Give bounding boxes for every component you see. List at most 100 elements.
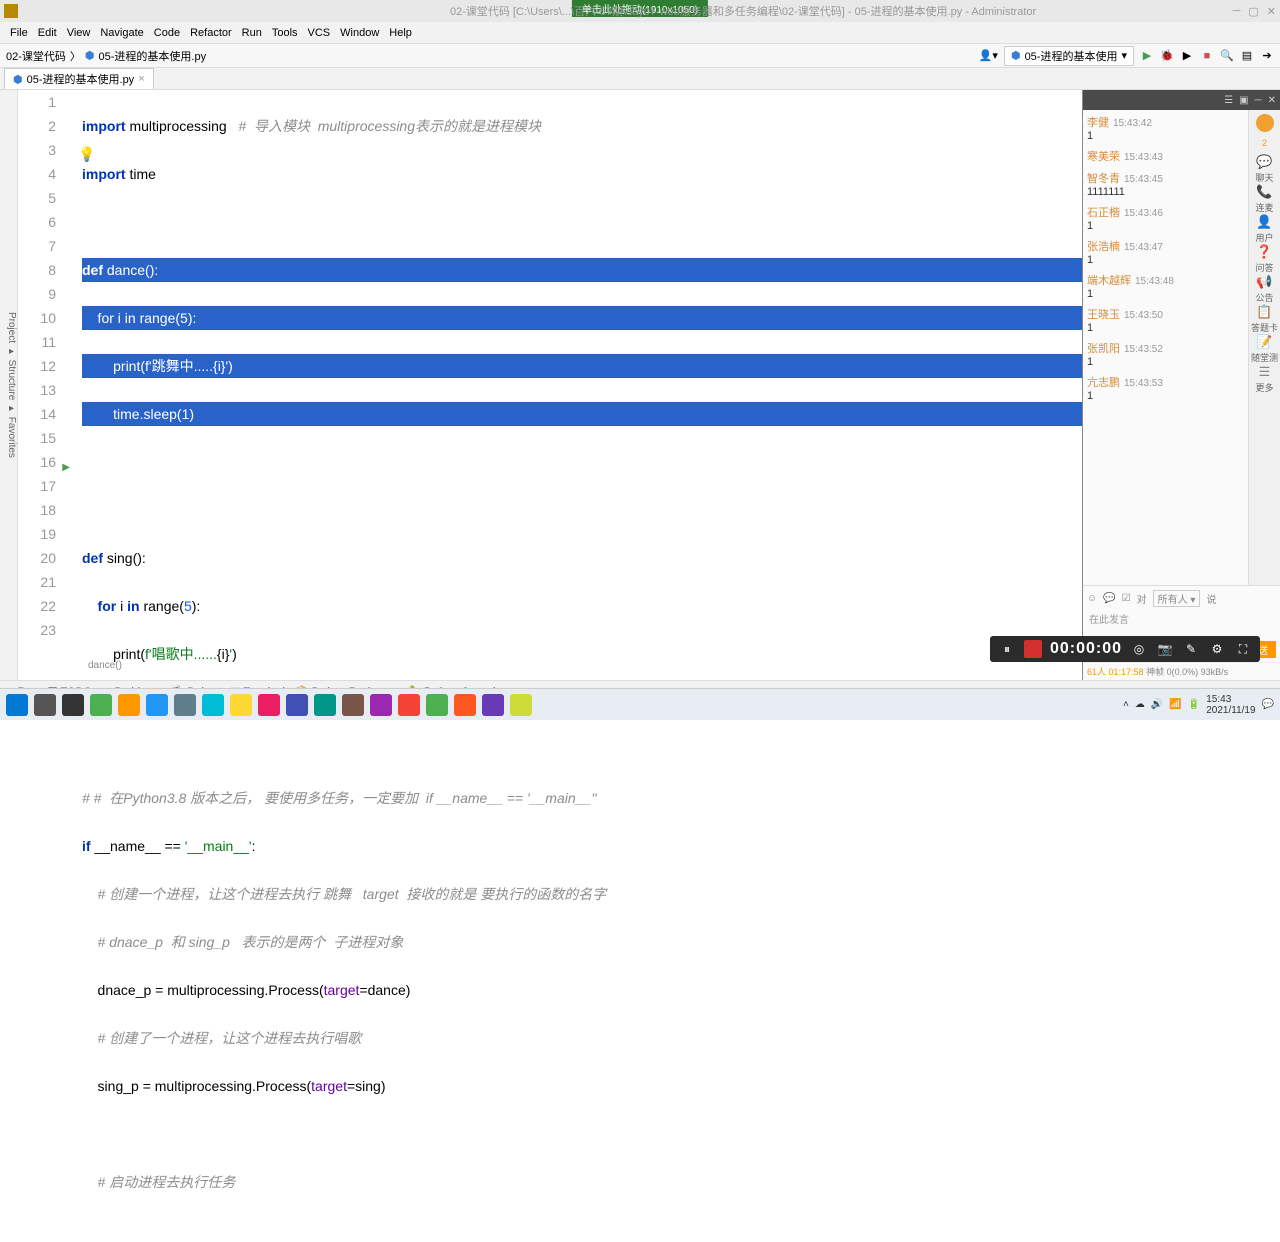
taskbar-app[interactable]	[230, 694, 252, 716]
menu-navigate[interactable]: Navigate	[96, 25, 147, 41]
chat-side-item[interactable]: 📢公告	[1251, 274, 1278, 304]
menu-edit[interactable]: Edit	[34, 25, 61, 41]
chat-minimize-icon[interactable]: ─	[1255, 95, 1262, 106]
close-icon[interactable]: ✕	[1267, 5, 1276, 18]
taskbar-app[interactable]	[174, 694, 196, 716]
taskbar-app[interactable]	[426, 694, 448, 716]
pause-icon[interactable]: ⏸	[998, 640, 1016, 658]
clock[interactable]: 15:432021/11/19	[1206, 694, 1255, 716]
breadcrumb-root[interactable]: 02-课堂代码	[6, 48, 66, 64]
emoji-icon[interactable]: ☺	[1087, 593, 1097, 604]
stop-button[interactable]: ■	[1200, 49, 1214, 63]
rec-expand-icon[interactable]: ⛶	[1234, 640, 1252, 658]
tray-icon[interactable]: 🔋	[1188, 699, 1200, 710]
menu-vcs[interactable]: VCS	[304, 25, 335, 41]
search-icon[interactable]: 🔍	[1220, 49, 1234, 63]
tab-file[interactable]: ⬢ 05-进程的基本使用.py ×	[4, 68, 154, 89]
taskbar-app[interactable]	[286, 694, 308, 716]
user-icon[interactable]: 👤▾	[979, 49, 998, 62]
debug-button[interactable]: 🐞	[1160, 49, 1174, 63]
chat-menu-icon[interactable]: ☰	[1224, 95, 1233, 106]
chat-side-item[interactable]: 👤用户	[1251, 214, 1278, 244]
chat-close-icon[interactable]: ✕	[1268, 95, 1276, 106]
taskbar-app[interactable]	[258, 694, 280, 716]
windows-taskbar[interactable]: ˄ ☁ 🔊 📶 🔋 15:432021/11/19 💬	[0, 688, 1280, 720]
rec-pen-icon[interactable]: ✎	[1182, 640, 1200, 658]
window-title: 02-课堂代码 [C:\Users\...\百六-57期\day07-web服务…	[450, 3, 1036, 19]
taskbar-app[interactable]	[34, 694, 56, 716]
minimize-icon[interactable]: ─	[1233, 5, 1241, 18]
chat-messages[interactable]: 李健15:43:421寒美荣15:43:43智冬青15:43:451111111…	[1083, 110, 1248, 585]
taskbar-app[interactable]	[90, 694, 112, 716]
taskbar-app[interactable]	[62, 694, 84, 716]
chat-side-item[interactable]: 💬聊天	[1251, 154, 1278, 184]
breadcrumb-file[interactable]: 05-进程的基本使用.py	[99, 48, 207, 64]
editor-breadcrumb[interactable]: dance()	[88, 654, 122, 678]
chat-panel: ☰ ▣ ─ ✕ 李健15:43:421寒美荣15:43:43智冬青15:43:4…	[1082, 90, 1280, 680]
rec-camera-icon[interactable]: 📷	[1156, 640, 1174, 658]
tray-icon[interactable]: 🔊	[1151, 699, 1163, 710]
tray-icon[interactable]: ☁	[1135, 699, 1145, 710]
menu-file[interactable]: File	[6, 25, 32, 41]
more-icon[interactable]: ➔	[1260, 49, 1274, 63]
run-with-coverage-button[interactable]: ▶	[1180, 49, 1194, 63]
menu-window[interactable]: Window	[336, 25, 383, 41]
chat-bubble-icon[interactable]: 💬	[1103, 593, 1115, 604]
navigation-toolbar: 02-课堂代码 〉 ⬢ 05-进程的基本使用.py 👤▾ ⬢ 05-进程的基本使…	[0, 44, 1280, 68]
taskbar-app[interactable]	[342, 694, 364, 716]
rec-gear-icon[interactable]: ⚙	[1208, 640, 1226, 658]
code-area[interactable]: import multiprocessing # 导入模块 multiproce…	[66, 90, 1082, 680]
chat-restore-icon[interactable]: ▣	[1239, 95, 1248, 106]
start-button[interactable]	[6, 694, 28, 716]
chat-message: 张凯阳15:43:521	[1087, 340, 1244, 368]
chat-input[interactable]: 在此发言	[1087, 609, 1276, 637]
chat-header: ☰ ▣ ─ ✕	[1083, 90, 1280, 110]
recipient-select[interactable]: 所有人 ▾	[1153, 590, 1201, 607]
breadcrumb[interactable]: 02-课堂代码 〉 ⬢ 05-进程的基本使用.py	[6, 48, 206, 64]
menu-refactor[interactable]: Refactor	[186, 25, 236, 41]
taskbar-app[interactable]	[370, 694, 392, 716]
screen-recorder[interactable]: ⏸ 00:00:00 ◎ 📷 ✎ ⚙ ⛶	[990, 636, 1260, 662]
tab-close-icon[interactable]: ×	[138, 73, 144, 85]
menu-run[interactable]: Run	[238, 25, 266, 41]
rec-target-icon[interactable]: ◎	[1130, 640, 1148, 658]
line-gutter[interactable]: 123456789101112131415 16▶ 17181920212223	[18, 90, 66, 680]
chat-side-item[interactable]: ☰更多	[1251, 364, 1278, 394]
run-button[interactable]: ▶	[1140, 49, 1154, 63]
run-config-select[interactable]: ⬢ 05-进程的基本使用▾	[1004, 46, 1134, 66]
taskbar-app[interactable]	[314, 694, 336, 716]
notification-icon[interactable]: 💬	[1262, 699, 1274, 710]
intention-bulb-icon[interactable]: 💡	[78, 142, 95, 166]
taskbar-app[interactable]	[482, 694, 504, 716]
chat-side-item[interactable]: 📝随堂测	[1251, 334, 1278, 364]
taskbar-app[interactable]	[146, 694, 168, 716]
menu-help[interactable]: Help	[385, 25, 416, 41]
menu-code[interactable]: Code	[150, 25, 184, 41]
taskbar-app[interactable]	[510, 694, 532, 716]
unread-badge: 2	[1262, 138, 1267, 148]
taskbar-app[interactable]	[118, 694, 140, 716]
system-tray[interactable]: ˄ ☁ 🔊 📶 🔋 15:432021/11/19 💬	[1123, 694, 1274, 716]
record-icon[interactable]	[1024, 640, 1042, 658]
settings-icon[interactable]: ▤	[1240, 49, 1254, 63]
avatar[interactable]	[1256, 114, 1274, 132]
taskbar-app[interactable]	[202, 694, 224, 716]
gutter-run-icon[interactable]: ▶	[62, 456, 70, 480]
chat-message: 端木越辉15:43:481	[1087, 272, 1244, 300]
checkbox-icon[interactable]: ☑	[1122, 593, 1131, 604]
chat-side-item[interactable]: 📋答题卡	[1251, 304, 1278, 334]
maximize-icon[interactable]: ▢	[1248, 5, 1258, 18]
editor-tabs: ⬢ 05-进程的基本使用.py ×	[0, 68, 1280, 90]
menu-view[interactable]: View	[63, 25, 95, 41]
main-menu: File Edit View Navigate Code Refactor Ru…	[0, 22, 1280, 44]
taskbar-app[interactable]	[398, 694, 420, 716]
project-tool-strip[interactable]: Project ▸ Structure ▸ Favorites	[0, 90, 18, 680]
menu-tools[interactable]: Tools	[268, 25, 302, 41]
chat-message: 智冬青15:43:451111111	[1087, 170, 1244, 198]
code-editor[interactable]: 💡 123456789101112131415 16▶ 171819202122…	[18, 90, 1082, 680]
chat-side-item[interactable]: ❓问答	[1251, 244, 1278, 274]
tray-icon[interactable]: 📶	[1169, 699, 1181, 710]
tray-chevron-icon[interactable]: ˄	[1123, 699, 1129, 710]
taskbar-app[interactable]	[454, 694, 476, 716]
chat-side-item[interactable]: 📞连麦	[1251, 184, 1278, 214]
